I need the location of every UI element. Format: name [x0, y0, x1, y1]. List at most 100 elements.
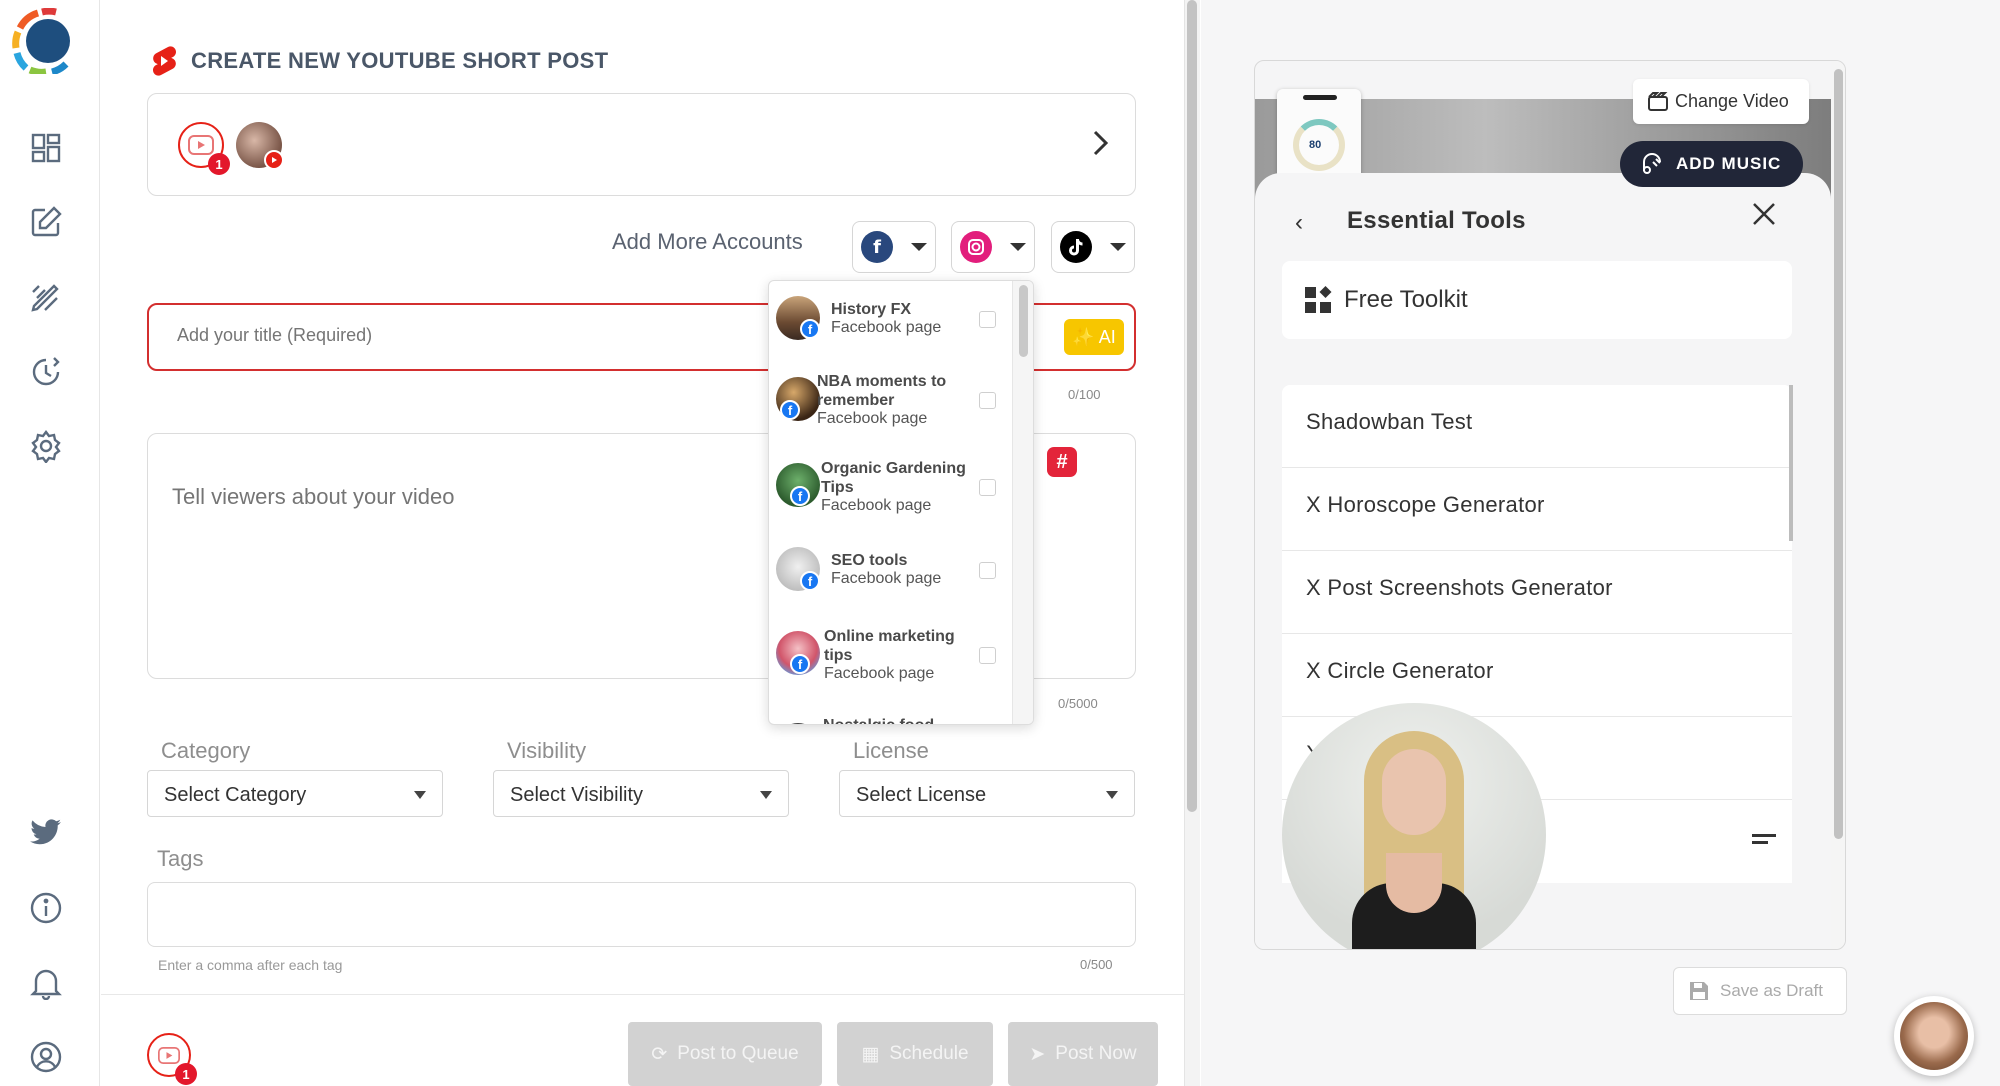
tags-label: Tags — [157, 846, 204, 871]
dropdown-scrollbar[interactable] — [1012, 281, 1033, 724]
preview-scrollbar[interactable] — [1831, 61, 1845, 949]
change-video-button[interactable]: Change Video — [1633, 79, 1809, 124]
save-as-draft-button[interactable]: Save as Draft — [1673, 967, 1847, 1015]
presenter-video-bubble[interactable] — [1282, 703, 1546, 949]
post-editor: CREATE NEW YOUTUBE SHORT POST 1 Add More… — [101, 0, 1200, 1086]
main-scrollbar[interactable] — [1184, 0, 1200, 1086]
tools-scrollbar[interactable] — [1789, 385, 1793, 541]
save-icon — [1690, 982, 1708, 1000]
queue-icon[interactable] — [26, 352, 66, 392]
license-label: License — [853, 738, 929, 763]
film-icon — [1648, 91, 1668, 111]
caret-down-icon — [760, 791, 772, 799]
toolkit-icon — [1305, 286, 1332, 313]
calendar-icon: ▦ — [861, 1043, 880, 1065]
category-select[interactable]: Select Category — [147, 770, 443, 817]
youtube-badge-icon — [264, 150, 284, 170]
title-ai-button[interactable]: ✨ AI — [1064, 319, 1124, 355]
description-input[interactable] — [172, 484, 872, 634]
queue-icon: ⟳ — [651, 1043, 668, 1065]
app-logo[interactable] — [12, 7, 78, 76]
post-to-queue-button[interactable]: ⟳ Post to Queue — [628, 1022, 822, 1086]
title-counter: 0/100 — [1068, 387, 1101, 402]
tiktok-icon — [1060, 231, 1092, 263]
facebook-icon: f — [861, 231, 893, 263]
facebook-badge-icon: f — [790, 654, 810, 674]
essential-tools-sheet: ‹ Essential Tools Free Toolkit Shadowban… — [1255, 173, 1831, 949]
settings-icon[interactable] — [26, 426, 66, 466]
youtube-shorts-icon — [153, 46, 176, 76]
facebook-badge-icon: f — [800, 319, 820, 339]
chevron-down-icon — [911, 243, 927, 251]
free-toolkit-card[interactable]: Free Toolkit — [1282, 261, 1792, 339]
list-item[interactable]: f SEO tools Facebook page — [769, 531, 1011, 611]
account-checkbox[interactable] — [979, 392, 996, 409]
title-input[interactable] — [177, 325, 777, 346]
visibility-select[interactable]: Select Visibility — [493, 770, 789, 817]
back-chevron-icon[interactable]: ‹ — [1295, 209, 1303, 237]
tool-item-x-post-screenshots-generator[interactable]: X Post Screenshots Generator — [1282, 551, 1792, 634]
page-title: CREATE NEW YOUTUBE SHORT POST — [151, 46, 608, 76]
menu-lines-icon — [1752, 834, 1776, 837]
score-value: 80 — [1309, 139, 1322, 151]
tags-counter: 0/500 — [1080, 957, 1113, 972]
scrollbar-thumb[interactable] — [1187, 0, 1197, 812]
tiktok-accounts-dropdown[interactable] — [1051, 221, 1135, 273]
title-text: CREATE NEW YOUTUBE SHORT POST — [191, 48, 609, 73]
instagram-accounts-dropdown[interactable] — [951, 221, 1035, 273]
account-count-badge: 1 — [208, 153, 230, 175]
twitter-icon[interactable] — [26, 813, 66, 853]
support-chat-avatar[interactable] — [1894, 996, 1974, 1076]
sparkle-icon: ✨ — [1072, 326, 1095, 347]
facebook-badge-icon: f — [790, 486, 810, 506]
account-checkbox[interactable] — [979, 647, 996, 664]
list-item[interactable]: f History FX Facebook page — [769, 281, 1011, 355]
list-item[interactable]: f Organic Gardening Tips Facebook page — [769, 443, 1011, 531]
tool-item-x-horoscope-generator[interactable]: X Horoscope Generator — [1282, 468, 1792, 551]
description-counter: 0/5000 — [1058, 696, 1098, 711]
sidebar — [0, 0, 100, 1086]
info-icon[interactable] — [26, 888, 66, 928]
caret-down-icon — [1106, 791, 1118, 799]
account-avatar — [776, 723, 820, 724]
account-checkbox[interactable] — [979, 479, 996, 496]
account-count-badge: 1 — [175, 1063, 197, 1085]
facebook-accounts-list: f History FX Facebook page f NBA moments… — [768, 280, 1034, 725]
compose-icon[interactable] — [26, 202, 66, 242]
facebook-badge-icon: f — [780, 400, 800, 420]
close-icon[interactable] — [1751, 201, 1777, 232]
youtube-account-icon[interactable]: 1 — [178, 122, 230, 175]
add-music-button[interactable]: ADD MUSIC — [1620, 141, 1803, 187]
post-now-button[interactable]: ➤ Post Now — [1008, 1022, 1158, 1086]
tags-hint: Enter a comma after each tag — [158, 957, 343, 973]
selected-accounts-box[interactable]: 1 — [147, 93, 1136, 196]
youtube-account-icon[interactable]: 1 — [147, 1033, 197, 1085]
preview-panel: 80 ‹ Essential Tools Free Toolkit Shadow… — [1201, 0, 2000, 1086]
video-preview: 80 ‹ Essential Tools Free Toolkit Shadow… — [1254, 60, 1846, 950]
list-item[interactable]: f NBA moments to remember Facebook page — [769, 355, 1011, 443]
category-label: Category — [161, 738, 251, 763]
add-more-accounts-label: Add More Accounts — [612, 229, 803, 254]
notifications-icon[interactable] — [26, 963, 66, 1003]
tool-item-x-circle-generator[interactable]: X Circle Generator — [1282, 634, 1792, 717]
facebook-accounts-dropdown[interactable]: f — [852, 221, 936, 273]
schedule-button[interactable]: ▦ Schedule — [837, 1022, 993, 1086]
hashtag-icon[interactable]: # — [1047, 447, 1077, 477]
license-select[interactable]: Select License — [839, 770, 1135, 817]
caret-down-icon — [414, 791, 426, 799]
chevron-down-icon — [1110, 243, 1126, 251]
profile-icon[interactable] — [26, 1037, 66, 1077]
music-icon — [1643, 153, 1661, 174]
tags-input[interactable] — [147, 882, 1136, 947]
visibility-label: Visibility — [507, 738, 587, 763]
list-item[interactable]: Nostalgic food — [769, 701, 1011, 724]
send-icon: ➤ — [1029, 1043, 1046, 1065]
drafts-icon[interactable] — [26, 277, 66, 317]
account-checkbox[interactable] — [979, 562, 996, 579]
account-avatar[interactable] — [236, 122, 284, 170]
tool-item-shadowban-test[interactable]: Shadowban Test — [1282, 385, 1792, 468]
account-checkbox[interactable] — [979, 311, 996, 328]
chevron-right-icon[interactable] — [1090, 128, 1110, 163]
dashboard-icon[interactable] — [26, 128, 66, 168]
list-item[interactable]: f Online marketing tips Facebook page — [769, 611, 1011, 701]
